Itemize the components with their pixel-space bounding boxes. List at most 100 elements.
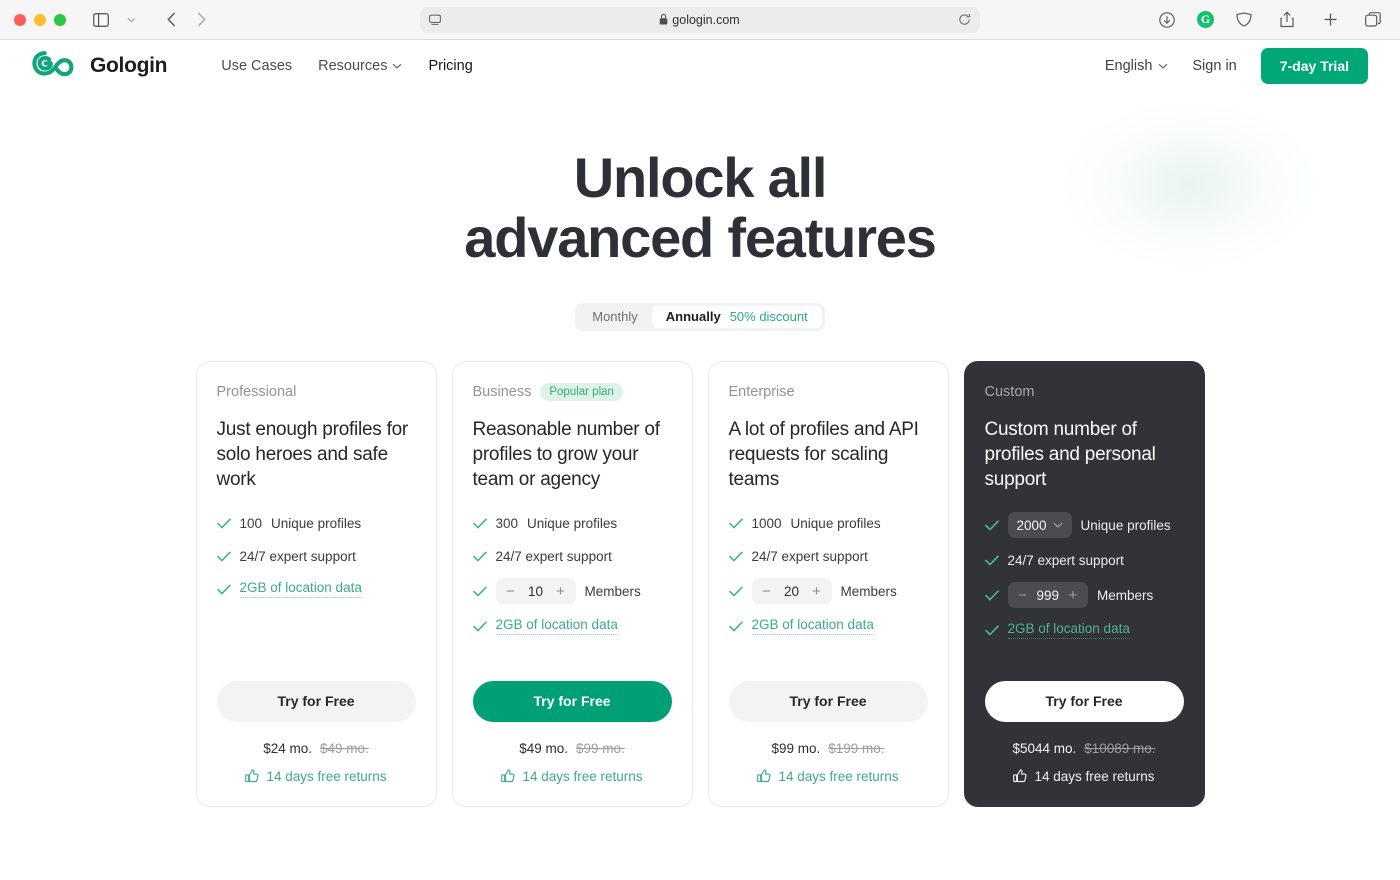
browser-chrome: gologin.com G	[0, 0, 1400, 40]
plan-tagline: A lot of profiles and API requests for s…	[728, 418, 919, 491]
feature-label: 24/7 expert support	[751, 548, 868, 564]
pricing-card-enterprise: Enterprise A lot of profiles and API req…	[707, 360, 949, 807]
price-row: $5044 mo. $10089 mo.	[985, 741, 1184, 756]
minimize-window-button[interactable]	[34, 13, 46, 26]
unique-profiles-select[interactable]: 2000	[1007, 512, 1072, 539]
feature-item: 24/7 expert support	[984, 549, 1184, 571]
check-icon	[472, 518, 487, 529]
members-value: 999	[1036, 587, 1060, 603]
sidebar-chevron-down-icon[interactable]	[118, 8, 144, 32]
returns-note: 14 days free returns	[217, 769, 416, 784]
site-header: Gologin Use Cases Resources Pricing Engl…	[0, 40, 1400, 92]
thumbs-up-icon	[757, 769, 771, 783]
members-stepper: − 20 +	[751, 578, 832, 605]
plan-name: Business	[472, 383, 532, 400]
new-tab-plus-icon[interactable]	[1317, 8, 1343, 32]
price-row: $49 mo. $99 mo.	[473, 741, 672, 756]
price-row: $24 mo. $49 mo.	[217, 741, 416, 756]
tab-overview-icon[interactable]	[1360, 8, 1386, 32]
nav-item-use-cases[interactable]: Use Cases	[221, 58, 292, 74]
feature-item: 2GB of location data	[728, 615, 928, 637]
location-data-tooltip-link[interactable]: 2GB of location data	[239, 580, 362, 599]
feature-item: 2GB of location data	[216, 578, 416, 600]
maximize-window-button[interactable]	[54, 13, 66, 26]
vpn-shield-icon[interactable]	[1231, 8, 1257, 32]
plan-name: Custom	[984, 383, 1035, 400]
page-title-line2: advanced features	[464, 206, 937, 270]
members-increment-button[interactable]: +	[551, 581, 571, 601]
reload-icon[interactable]	[958, 13, 971, 26]
language-label: English	[1104, 58, 1153, 74]
price-current: $99 mo.	[771, 740, 821, 756]
feature-text: 1000 Unique profiles	[752, 516, 881, 531]
check-icon	[728, 518, 743, 529]
header-actions: English Sign in 7-day Trial	[1105, 48, 1368, 84]
price-row: $99 mo. $199 mo.	[729, 741, 928, 756]
members-increment-button[interactable]: +	[1063, 585, 1083, 605]
feature-item: 24/7 expert support	[728, 545, 928, 567]
nav-item-pricing[interactable]: Pricing	[428, 58, 472, 74]
feature-label: 24/7 expert support	[495, 548, 612, 564]
downloads-icon[interactable]	[1154, 8, 1180, 32]
returns-note: 14 days free returns	[985, 769, 1184, 784]
brand-logo[interactable]: Gologin	[32, 50, 168, 82]
returns-text: 14 days free returns	[266, 768, 387, 784]
grammarly-extension-icon[interactable]: G	[1197, 11, 1214, 28]
card-header: Custom	[985, 382, 1184, 402]
card-header: Enterprise	[729, 382, 928, 402]
page-title: Unlock all advanced features	[0, 147, 1400, 270]
members-stepper: − 999 +	[1007, 582, 1089, 609]
nav-item-resources[interactable]: Resources	[318, 58, 402, 74]
pricing-card-professional: Professional Just enough profiles for so…	[195, 360, 437, 807]
check-icon	[472, 551, 487, 562]
members-value: 20	[783, 583, 800, 599]
share-icon[interactable]	[1274, 8, 1300, 32]
members-label: Members	[584, 583, 641, 599]
address-bar[interactable]: gologin.com	[420, 6, 980, 33]
forward-arrow-icon[interactable]	[188, 8, 214, 32]
check-icon	[728, 551, 743, 562]
pricing-card-custom: Custom Custom number of profiles and per…	[963, 360, 1205, 807]
feature-label: Unique profiles	[527, 515, 618, 531]
browser-toolbar-actions: G	[1154, 8, 1386, 32]
members-decrement-button[interactable]: −	[757, 581, 777, 601]
billing-toggle-wrap: Monthly Annually 50% discount	[0, 302, 1400, 331]
returns-text: 14 days free returns	[1034, 768, 1155, 784]
back-arrow-icon[interactable]	[158, 8, 184, 32]
thumbs-up-icon	[1013, 769, 1027, 783]
check-icon	[216, 518, 231, 529]
location-data-tooltip-link[interactable]: 2GB of location data	[1007, 621, 1130, 640]
members-decrement-button[interactable]: −	[1013, 585, 1033, 605]
members-decrement-button[interactable]: −	[501, 581, 521, 601]
location-data-tooltip-link[interactable]: 2GB of location data	[495, 617, 618, 636]
feature-label: 24/7 expert support	[1007, 552, 1124, 568]
feature-text: 100 Unique profiles	[240, 516, 362, 531]
close-window-button[interactable]	[14, 13, 26, 26]
try-for-free-button[interactable]: Try for Free	[984, 680, 1184, 722]
language-selector[interactable]: English	[1105, 58, 1169, 74]
members-value: 10	[527, 583, 544, 599]
price-current: $24 mo.	[263, 740, 312, 756]
check-icon	[984, 555, 999, 566]
sign-in-link[interactable]: Sign in	[1192, 58, 1236, 74]
reader-view-icon[interactable]	[429, 14, 441, 26]
check-icon	[472, 621, 487, 632]
sidebar-toggle-icon[interactable]	[88, 8, 114, 32]
main-navigation: Use Cases Resources Pricing	[221, 58, 473, 74]
feature-item: 1000 Unique profiles	[728, 512, 928, 534]
seven-day-trial-button[interactable]: 7-day Trial	[1260, 48, 1368, 84]
try-for-free-button[interactable]: Try for Free	[728, 680, 928, 722]
feature-list: 300 Unique profiles 24/7 expert support	[472, 512, 672, 637]
returns-note: 14 days free returns	[473, 769, 672, 784]
billing-option-annually[interactable]: Annually 50% discount	[651, 305, 822, 328]
browser-nav-controls	[88, 8, 214, 32]
try-for-free-button[interactable]: Try for Free	[472, 680, 672, 722]
try-for-free-button[interactable]: Try for Free	[216, 680, 416, 722]
members-increment-button[interactable]: +	[807, 581, 827, 601]
nav-label: Resources	[318, 58, 388, 74]
feature-value: 1000	[751, 515, 782, 531]
check-icon	[984, 520, 999, 531]
billing-option-monthly[interactable]: Monthly	[578, 306, 652, 328]
feature-item-profiles: 2000 Unique profiles	[984, 512, 1184, 539]
location-data-tooltip-link[interactable]: 2GB of location data	[751, 617, 874, 636]
